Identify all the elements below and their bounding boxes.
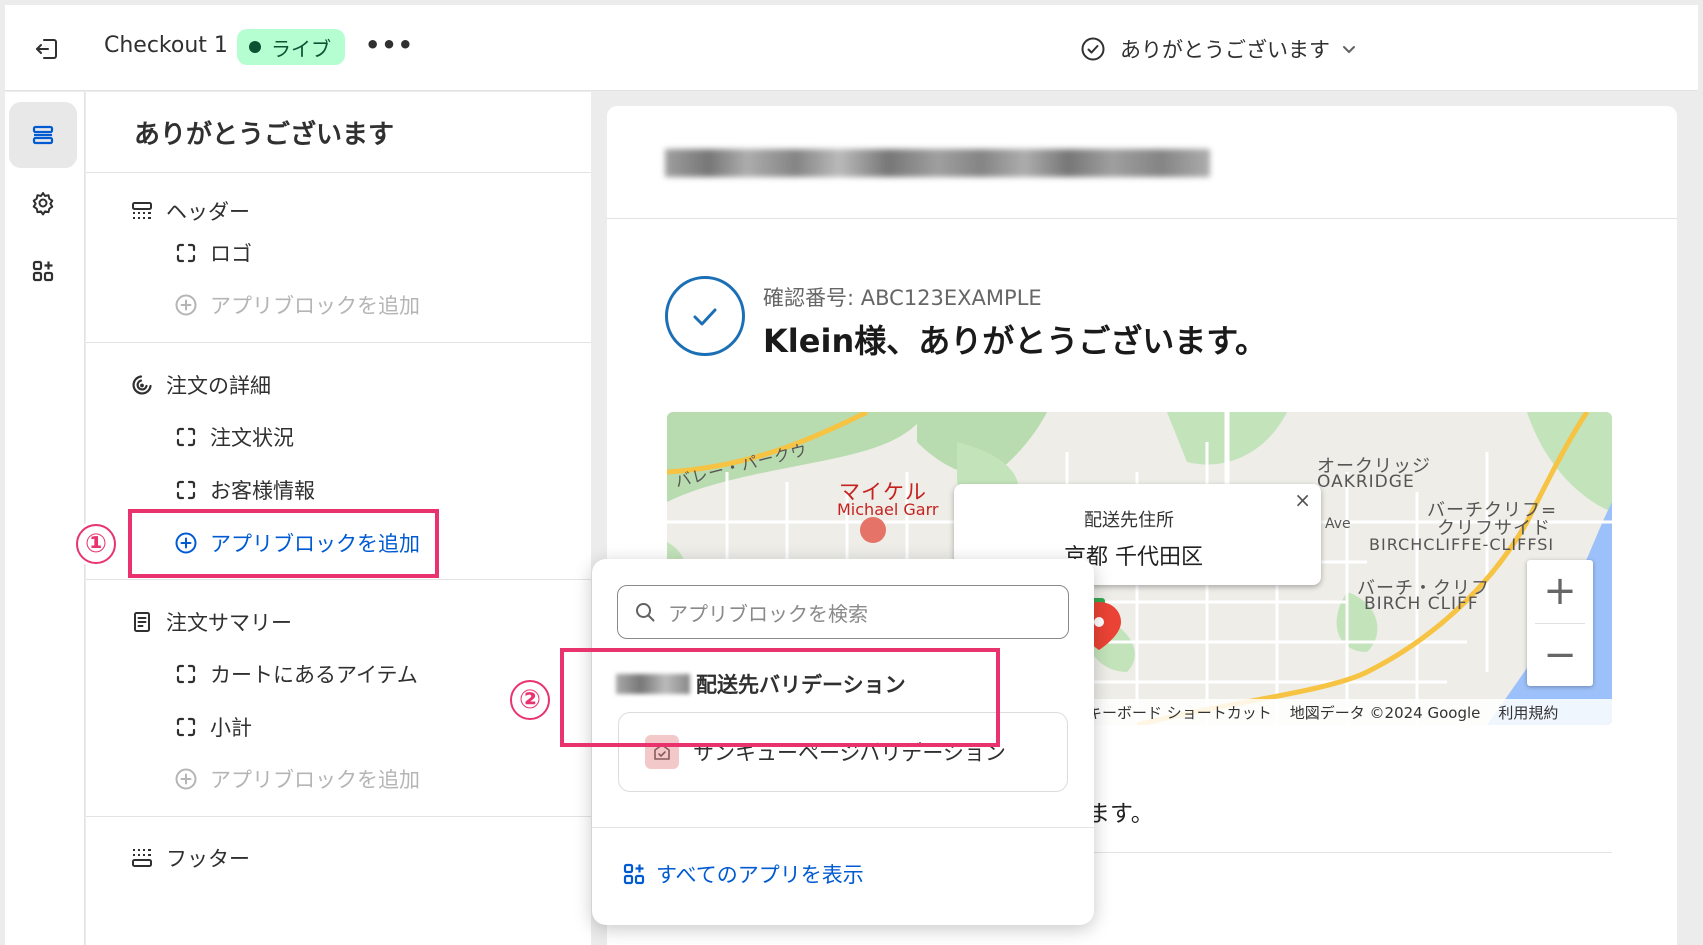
apps-icon [32, 260, 54, 282]
top-bar: Checkout 1 ライブ ••• ありがとうございます [5, 5, 1698, 91]
checkout-name: Checkout 1 [104, 33, 228, 58]
section-order-summary[interactable]: 注文サマリー [130, 607, 292, 637]
block-logo[interactable]: ロゴ [174, 238, 252, 268]
block-icon [174, 478, 198, 502]
section-header[interactable]: ヘッダー [130, 196, 250, 226]
exit-button[interactable] [27, 29, 67, 69]
map-keyboard-shortcuts-link[interactable]: キーボード ショートカット [1087, 702, 1272, 723]
map-data-credit: 地図データ ©2024 Google [1289, 703, 1481, 722]
divider [86, 579, 591, 580]
confirmation-check-icon [665, 276, 745, 356]
check-circle-icon [1081, 37, 1105, 61]
block-customer-info[interactable]: お客様情報 [174, 475, 315, 505]
search-icon [636, 603, 655, 622]
apps-icon [623, 863, 645, 885]
divider [86, 816, 591, 817]
exit-icon [36, 39, 57, 59]
receipt-icon [130, 610, 154, 634]
status-badge: ライブ [237, 29, 345, 65]
section-header-label: ヘッダー [166, 200, 250, 224]
page-selector-label: ありがとうございます [1120, 38, 1330, 62]
header-section-icon [130, 199, 154, 223]
more-actions-button[interactable]: ••• [365, 31, 414, 59]
section-order-summary-label: 注文サマリー [166, 611, 292, 635]
live-dot-icon [249, 41, 261, 53]
map-label-ave: Ave [1325, 516, 1351, 532]
confirmation-number: 確認番号: ABC123EXAMPLE [763, 286, 1042, 310]
rail-sections-button[interactable] [9, 102, 77, 168]
add-app-block-label: アプリブロックを追加 [210, 294, 420, 318]
map-zoom-controls: + − [1527, 560, 1593, 686]
map-label-birchcliffe-en: BIRCHCLIFFE-CLIFFSI [1369, 535, 1555, 554]
view-all-apps-link[interactable]: すべてのアプリを表示 [622, 859, 864, 889]
rail-settings-button[interactable] [9, 170, 77, 236]
block-icon [174, 715, 198, 739]
map-footer: キーボード ショートカット 地図データ ©2024 Google 利用規約 [1087, 699, 1612, 725]
section-footer[interactable]: フッター [130, 843, 250, 873]
map-label-birch-en: BIRCH CLIFF [1364, 594, 1479, 614]
preview-header [607, 106, 1677, 219]
order-details-icon [130, 373, 154, 397]
sidebar-title: ありがとうございます [134, 120, 395, 150]
plus-circle-icon [174, 293, 198, 317]
map-label-michael-en: Michael Garr [837, 500, 939, 519]
rail-apps-button[interactable] [9, 238, 77, 304]
annotation-marker-step2: ② [510, 680, 550, 720]
block-icon [174, 662, 198, 686]
annotation-marker-step1: ① [76, 524, 116, 564]
add-app-block-label: アプリブロックを追加 [210, 768, 420, 792]
plus-circle-icon [174, 767, 198, 791]
map-label-oakridge-en: OAKRIDGE [1317, 472, 1415, 492]
map-terms-link[interactable]: 利用規約 [1498, 702, 1558, 723]
layout-sections-icon [32, 125, 54, 145]
map-popup-title: 配送先住所 [1084, 510, 1174, 531]
annotation-box-step2 [560, 648, 1000, 747]
block-order-status-label: 注文状況 [210, 426, 294, 450]
section-order-details[interactable]: 注文の詳細 [130, 370, 271, 400]
search-placeholder: アプリブロックを検索 [668, 601, 868, 626]
block-icon [174, 425, 198, 449]
add-app-block-order-summary[interactable]: アプリブロックを追加 [174, 764, 420, 794]
annotation-box-step1 [128, 509, 439, 578]
view-all-apps-label: すべてのアプリを表示 [656, 863, 864, 887]
section-footer-label: フッター [166, 847, 250, 871]
section-order-details-label: 注文の詳細 [166, 374, 271, 398]
block-subtotal[interactable]: 小計 [174, 712, 252, 742]
gear-icon [32, 192, 54, 216]
block-order-status[interactable]: 注文状況 [174, 422, 294, 452]
close-icon[interactable]: × [1294, 488, 1311, 512]
thank-you-heading: Klein様、ありがとうございます。 [763, 322, 1268, 360]
zoom-in-button[interactable]: + [1527, 560, 1593, 622]
block-icon [174, 241, 198, 265]
block-cart-items[interactable]: カートにあるアイテム [174, 659, 418, 689]
divider [86, 342, 591, 343]
block-logo-label: ロゴ [210, 242, 252, 266]
zoom-out-button[interactable]: − [1527, 624, 1593, 686]
block-customer-info-label: お客様情報 [210, 479, 315, 503]
chevron-down-icon [1343, 46, 1355, 53]
add-app-block-header[interactable]: アプリブロックを追加 [174, 290, 420, 320]
divider [592, 827, 1094, 828]
app-block-search-input[interactable]: アプリブロックを検索 [617, 585, 1069, 639]
status-badge-label: ライブ [271, 36, 331, 61]
page-selector[interactable]: ありがとうございます [1080, 29, 1358, 69]
block-cart-items-label: カートにあるアイテム [210, 663, 418, 687]
footer-section-icon [130, 846, 154, 870]
blurred-store-name [665, 149, 1210, 177]
nav-rail [5, 92, 85, 945]
divider [86, 172, 591, 173]
block-subtotal-label: 小計 [210, 716, 252, 740]
